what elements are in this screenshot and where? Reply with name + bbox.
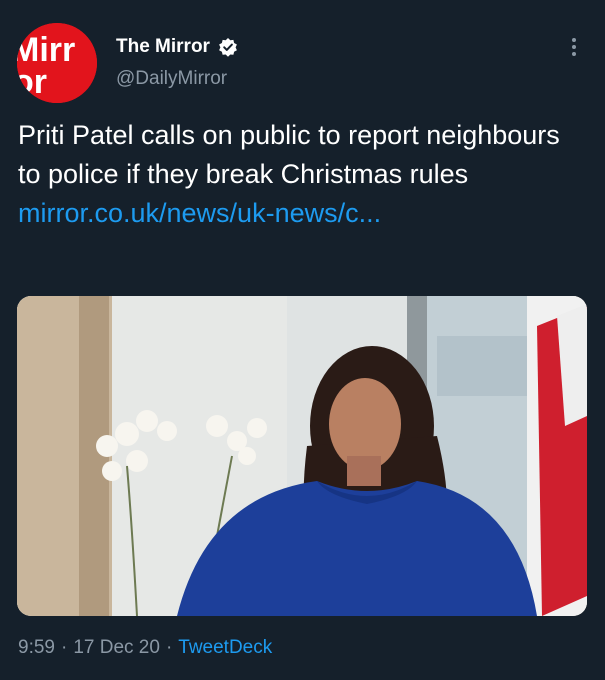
tweet-source[interactable]: TweetDeck: [178, 637, 272, 659]
tweet-body: Priti Patel calls on public to report ne…: [18, 116, 578, 233]
verified-badge-icon: [218, 37, 238, 57]
mirror-logo: Mirr or: [17, 23, 97, 103]
svg-text:or: or: [17, 63, 47, 101]
tweet-time[interactable]: 9:59: [18, 637, 55, 659]
meta-separator: ·: [60, 637, 68, 658]
tweet-text: Priti Patel calls on public to report ne…: [18, 120, 560, 189]
meta-separator: ·: [165, 637, 173, 658]
tweet-date[interactable]: 17 Dec 20: [73, 637, 160, 659]
display-name[interactable]: The Mirror: [116, 36, 210, 58]
author-name-row[interactable]: The Mirror: [116, 36, 238, 58]
tweet-meta: 9:59 · 17 Dec 20 · TweetDeck: [18, 637, 272, 659]
tweet-card: Mirr or The Mirror @DailyMirror Priti Pa…: [0, 0, 605, 680]
avatar[interactable]: Mirr or: [17, 23, 97, 103]
tweet-link[interactable]: mirror.co.uk/news/uk-news/c...: [18, 194, 578, 233]
tweet-media-image[interactable]: [17, 296, 587, 616]
more-options-icon[interactable]: [566, 36, 582, 60]
author-handle[interactable]: @DailyMirror: [116, 68, 227, 90]
